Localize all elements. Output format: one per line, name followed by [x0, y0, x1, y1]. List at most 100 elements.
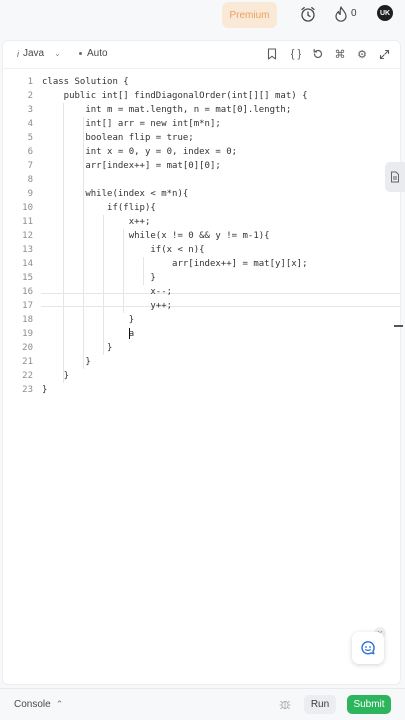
code-text[interactable]: if(flip){: [42, 201, 156, 215]
expand-icon[interactable]: [377, 47, 391, 61]
code-line[interactable]: 3 int m = mat.length, n = mat[0].length;: [3, 103, 400, 117]
line-number: 15: [22, 273, 33, 283]
code-line[interactable]: 7 arr[index++] = mat[0][0];: [3, 159, 400, 173]
line-number: 11: [22, 217, 33, 227]
code-line[interactable]: 15 }: [3, 271, 400, 285]
code-line[interactable]: 4 int[] arr = new int[m*n];: [3, 117, 400, 131]
code-line[interactable]: 20 }: [3, 341, 400, 355]
chevron-up-icon: ⌃: [55, 699, 64, 709]
document-icon: [391, 171, 399, 183]
code-line[interactable]: 11 x++;: [3, 215, 400, 229]
line-number: 4: [27, 119, 33, 129]
format-braces-icon[interactable]: { }: [289, 47, 303, 61]
alarm-clock-icon[interactable]: [299, 5, 317, 23]
line-number: 2: [27, 91, 33, 101]
reset-icon[interactable]: [311, 47, 325, 61]
chevron-down-icon: ⌄: [54, 49, 61, 58]
line-number: 8: [27, 175, 33, 185]
code-line[interactable]: 17 y++;: [3, 299, 400, 313]
autocomplete-mode[interactable]: Auto: [79, 48, 108, 59]
line-number: 18: [22, 315, 33, 325]
line-number: 17: [22, 301, 33, 311]
settings-gear-icon[interactable]: ⚙: [355, 47, 369, 61]
streak-count: 0: [351, 8, 357, 19]
code-line[interactable]: 16 x--;: [3, 285, 400, 299]
code-text[interactable]: }: [42, 271, 155, 285]
line-number: 1: [27, 77, 33, 87]
code-line[interactable]: 2 public int[] findDiagonalOrder(int[][]…: [3, 89, 400, 103]
code-line[interactable]: 9 while(index < m*n){: [3, 187, 400, 201]
line-number: 13: [22, 245, 33, 255]
code-text[interactable]: }: [42, 313, 134, 327]
mode-dot-icon: [79, 52, 82, 55]
avatar[interactable]: UK: [377, 5, 393, 21]
line-number: 12: [22, 231, 33, 241]
code-line[interactable]: 18 }: [3, 313, 400, 327]
code-text[interactable]: if(x < n){: [42, 243, 204, 257]
command-icon[interactable]: ⌘: [333, 47, 347, 61]
mode-label: Auto: [87, 48, 108, 59]
code-area[interactable]: 1 class Solution { 2 public int[] findDia…: [3, 75, 400, 397]
scrollbar-marker[interactable]: [394, 325, 403, 327]
code-text[interactable]: }: [42, 369, 69, 383]
line-number: 20: [22, 343, 33, 353]
premium-button[interactable]: Premium: [222, 2, 277, 28]
chat-smiley-icon: [361, 641, 375, 655]
code-line[interactable]: 13 if(x < n){: [3, 243, 400, 257]
run-button[interactable]: Run: [304, 695, 336, 714]
editor-toolbar: i Java ⌄ Auto { } ⌘ ⚙: [3, 41, 400, 69]
code-line[interactable]: 21 }: [3, 355, 400, 369]
text-cursor: [129, 328, 130, 339]
line-number: 5: [27, 133, 33, 143]
info-icon: i: [17, 48, 19, 59]
code-text[interactable]: int m = mat.length, n = mat[0].length;: [42, 103, 291, 117]
code-line[interactable]: 23}: [3, 383, 400, 397]
code-line[interactable]: 8: [3, 173, 400, 187]
code-text[interactable]: y++;: [42, 299, 172, 313]
code-line[interactable]: 14 arr[index++] = mat[y][x];: [3, 257, 400, 271]
code-editor-panel: i Java ⌄ Auto { } ⌘ ⚙ 1 class Solution { …: [2, 40, 401, 685]
code-text[interactable]: x++;: [42, 215, 151, 229]
code-line[interactable]: 12 while(x != 0 && y != m-1){: [3, 229, 400, 243]
code-text[interactable]: }: [42, 355, 90, 369]
code-text[interactable]: boolean flip = true;: [42, 131, 193, 145]
code-text[interactable]: int x = 0, y = 0, index = 0;: [42, 145, 237, 159]
code-text[interactable]: arr[index++] = mat[0][0];: [42, 159, 220, 173]
code-line-active[interactable]: 19 a: [3, 327, 400, 341]
line-number: 21: [22, 357, 33, 367]
flame-icon[interactable]: [333, 5, 349, 23]
code-line[interactable]: 10 if(flip){: [3, 201, 400, 215]
line-number: 19: [22, 329, 33, 339]
code-text[interactable]: }: [42, 341, 112, 355]
side-panel-toggle[interactable]: [385, 162, 405, 192]
code-text[interactable]: arr[index++] = mat[y][x];: [42, 257, 307, 271]
code-text[interactable]: x--;: [42, 285, 172, 299]
line-number: 10: [22, 203, 33, 213]
line-number: 7: [27, 161, 33, 171]
line-number: 22: [22, 371, 33, 381]
bottom-bar: Console ⌃ Run Submit: [0, 688, 405, 720]
code-text[interactable]: class Solution {: [42, 75, 129, 89]
console-toggle[interactable]: Console ⌃: [14, 699, 63, 710]
code-text[interactable]: }: [42, 383, 47, 397]
console-label: Console: [14, 699, 51, 710]
submit-button[interactable]: Submit: [347, 695, 391, 714]
code-text[interactable]: int[] arr = new int[m*n];: [42, 117, 220, 131]
line-number: 16: [22, 287, 33, 297]
code-line[interactable]: 22 }: [3, 369, 400, 383]
code-line[interactable]: 5 boolean flip = true;: [3, 131, 400, 145]
debug-bug-icon[interactable]: [278, 697, 292, 711]
code-line[interactable]: 6 int x = 0, y = 0, index = 0;: [3, 145, 400, 159]
line-number: 3: [27, 105, 33, 115]
code-text[interactable]: while(index < m*n){: [42, 187, 188, 201]
top-bar: Premium 0 UK: [0, 0, 405, 32]
language-label: Java: [23, 48, 45, 59]
bookmark-icon[interactable]: [265, 47, 279, 61]
feedback-chat-button[interactable]: [352, 632, 384, 664]
line-number: 23: [22, 385, 33, 395]
code-line[interactable]: 1 class Solution {: [3, 75, 400, 89]
code-text[interactable]: public int[] findDiagonalOrder(int[][] m…: [42, 89, 308, 103]
language-selector[interactable]: i Java ⌄: [17, 48, 61, 59]
code-text[interactable]: a: [42, 327, 134, 341]
code-text[interactable]: while(x != 0 && y != m-1){: [42, 229, 270, 243]
